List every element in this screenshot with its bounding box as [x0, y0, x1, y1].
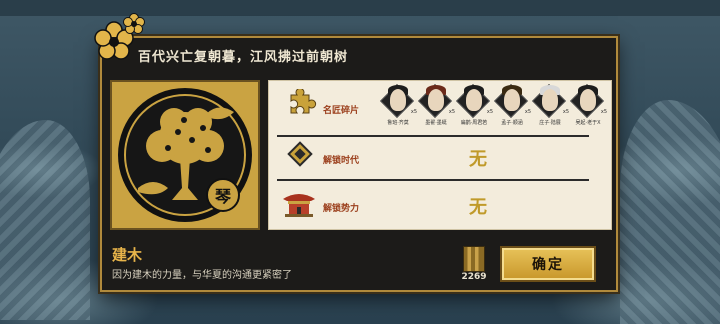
unlock-dialog: 百代兴亡复朝暮，江风拂过前朝树 琴 名匠碎片 x5 鲁班·齐莫 x5 墨翟·墨蜓…	[94, 13, 618, 292]
portrait-count: x5	[486, 109, 493, 115]
portrait-name: 吴起·老于X	[575, 120, 601, 126]
portrait-name: 墨翟·墨蜓	[425, 120, 447, 126]
diamond-era-icon	[287, 141, 313, 167]
item-name: 建木	[112, 246, 143, 264]
artisan-portrait[interactable]: x5 孟子·顺涵	[494, 84, 531, 129]
portrait-count: x5	[448, 109, 455, 115]
row-label-unlock-faction: 解锁势力	[323, 204, 360, 214]
cost-value: 2269	[461, 272, 487, 282]
row-divider	[277, 179, 589, 181]
artisan-portrait[interactable]: x5 庄子·陆展	[532, 84, 569, 129]
portrait-count: x5	[524, 109, 531, 115]
row-label-artisan-fragments: 名匠碎片	[323, 106, 360, 116]
confirm-button[interactable]: 确定	[500, 246, 596, 282]
left-hill-decoration	[0, 120, 90, 320]
item-emblem: 琴	[110, 80, 260, 230]
portrait-name: 孟子·顺涵	[501, 120, 523, 126]
right-hill-decoration	[620, 100, 720, 324]
row-divider	[277, 135, 589, 137]
palace-icon	[283, 194, 315, 217]
portrait-name: 庄子·陆展	[539, 120, 561, 126]
artisan-portrait[interactable]: x5 吴起·老于X	[570, 84, 607, 129]
portrait-count: x5	[600, 109, 607, 115]
artisan-portrait-list: x5 鲁班·齐莫 x5 墨翟·墨蜓 x5 扁鹊·周君若 x5 孟子·顺涵 x5	[380, 83, 611, 129]
artisan-portrait[interactable]: x5 鲁班·齐莫	[380, 84, 417, 129]
artisan-portrait[interactable]: x5 扁鹊·周君若	[456, 84, 493, 129]
puzzle-piece-icon	[279, 89, 319, 119]
item-description: 因为建木的力量，与华夏的沟通更紧密了	[112, 270, 292, 281]
seal-badge: 琴	[206, 178, 240, 212]
top-bar	[0, 0, 720, 16]
artisan-portrait[interactable]: x5 墨翟·墨蜓	[418, 84, 455, 129]
portrait-count: x5	[562, 109, 569, 115]
bamboo-scroll-icon	[463, 246, 485, 272]
portrait-count: x5	[410, 109, 417, 115]
unlock-info-panel: 名匠碎片 x5 鲁班·齐莫 x5 墨翟·墨蜓 x5 扁鹊·周君若 x5 孟子·顺…	[268, 80, 612, 230]
flower-small-icon	[123, 13, 145, 34]
portrait-name: 鲁班·齐莫	[387, 120, 409, 126]
cost-display: 2269	[458, 246, 490, 284]
portrait-name: 扁鹊·周君若	[460, 120, 488, 126]
row-label-unlock-era: 解锁时代	[323, 156, 360, 166]
dialog-title: 百代兴亡复朝暮，江风拂过前朝树	[138, 50, 349, 65]
unlock-era-value: 无	[469, 149, 487, 170]
unlock-faction-value: 无	[469, 197, 487, 218]
